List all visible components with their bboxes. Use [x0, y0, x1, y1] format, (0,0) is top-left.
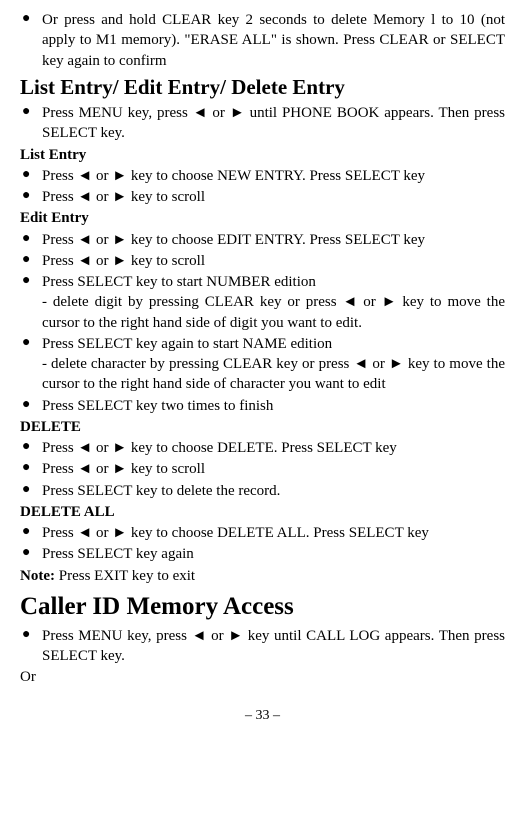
- bullet-icon: ●: [20, 626, 42, 645]
- bullet-text: Press ◄ or ► key to choose DELETE ALL. P…: [42, 523, 505, 543]
- heading-delete-all: DELETE ALL: [20, 502, 505, 522]
- list-item: ● Press MENU key, press ◄ or ► until PHO…: [20, 103, 505, 144]
- bullet-icon: ●: [20, 251, 42, 270]
- list-item: ● Press ◄ or ► key to choose NEW ENTRY. …: [20, 166, 505, 186]
- edit-entry-list: ● Press ◄ or ► key to choose EDIT ENTRY.…: [20, 230, 505, 416]
- list-item: ● Press ◄ or ► key to choose DELETE ALL.…: [20, 523, 505, 543]
- note-label: Note:: [20, 568, 55, 584]
- list-item: ● Press ◄ or ► key to scroll: [20, 187, 505, 207]
- bullet-text: Press SELECT key to delete the record.: [42, 481, 505, 501]
- bullet-icon: ●: [20, 544, 42, 563]
- bullet-icon: ●: [20, 481, 42, 500]
- list-item: ● Press SELECT key again: [20, 544, 505, 564]
- list-item: ● Press SELECT key to delete the record.: [20, 481, 505, 501]
- bullet-icon: ●: [20, 230, 42, 249]
- bullet-icon: ●: [20, 459, 42, 478]
- bullet-text: Or press and hold CLEAR key 2 seconds to…: [42, 10, 505, 71]
- note-line: Note: Press EXIT key to exit: [20, 566, 505, 586]
- list-item: ● Press ◄ or ► key to scroll: [20, 251, 505, 271]
- bullet-sub-text: - delete digit by pressing CLEAR key or …: [42, 294, 505, 330]
- bullet-text: Press SELECT key again: [42, 544, 505, 564]
- bullet-text: Press SELECT key again to start NAME edi…: [42, 334, 505, 395]
- bullet-icon: ●: [20, 523, 42, 542]
- note-text: Press EXIT key to exit: [55, 568, 195, 584]
- heading-list-entry: List Entry: [20, 145, 505, 165]
- list-item: ● Or press and hold CLEAR key 2 seconds …: [20, 10, 505, 71]
- heading-caller-id: Caller ID Memory Access: [20, 590, 505, 624]
- list-item: ● Press MENU key, press ◄ or ► key until…: [20, 626, 505, 667]
- list-item: ● Press ◄ or ► key to scroll: [20, 459, 505, 479]
- caller-list: ● Press MENU key, press ◄ or ► key until…: [20, 626, 505, 667]
- bullet-text: Press ◄ or ► key to scroll: [42, 187, 505, 207]
- list-item: ● Press SELECT key again to start NAME e…: [20, 334, 505, 395]
- list-item: ● Press ◄ or ► key to choose DELETE. Pre…: [20, 438, 505, 458]
- bullet-main-text: Press SELECT key again to start NAME edi…: [42, 336, 332, 352]
- bullet-icon: ●: [20, 396, 42, 415]
- intro-list: ● Or press and hold CLEAR key 2 seconds …: [20, 10, 505, 71]
- bullet-main-text: Press SELECT key to start NUMBER edition: [42, 274, 316, 290]
- bullet-icon: ●: [20, 166, 42, 185]
- or-text: Or: [20, 667, 505, 687]
- bullet-text: Press ◄ or ► key to scroll: [42, 459, 505, 479]
- phonebook-list: ● Press MENU key, press ◄ or ► until PHO…: [20, 103, 505, 144]
- page-number: – 33 –: [20, 707, 505, 726]
- bullet-text: Press ◄ or ► key to scroll: [42, 251, 505, 271]
- bullet-text: Press MENU key, press ◄ or ► until PHONE…: [42, 103, 505, 144]
- list-item: ● Press ◄ or ► key to choose EDIT ENTRY.…: [20, 230, 505, 250]
- bullet-icon: ●: [20, 334, 42, 353]
- bullet-text: Press MENU key, press ◄ or ► key until C…: [42, 626, 505, 667]
- bullet-icon: ●: [20, 438, 42, 457]
- bullet-icon: ●: [20, 103, 42, 122]
- heading-edit-entry: Edit Entry: [20, 208, 505, 228]
- bullet-text: Press SELECT key two times to finish: [42, 396, 505, 416]
- heading-delete: DELETE: [20, 417, 505, 437]
- page-content: ● Or press and hold CLEAR key 2 seconds …: [0, 0, 525, 736]
- bullet-icon: ●: [20, 10, 42, 29]
- delete-list: ● Press ◄ or ► key to choose DELETE. Pre…: [20, 438, 505, 501]
- list-item: ● Press SELECT key to start NUMBER editi…: [20, 272, 505, 333]
- list-item: ● Press SELECT key two times to finish: [20, 396, 505, 416]
- bullet-icon: ●: [20, 187, 42, 206]
- delete-all-list: ● Press ◄ or ► key to choose DELETE ALL.…: [20, 523, 505, 565]
- bullet-sub-text: - delete character by pressing CLEAR key…: [42, 356, 505, 392]
- heading-list-edit-delete: List Entry/ Edit Entry/ Delete Entry: [20, 73, 505, 101]
- bullet-text: Press ◄ or ► key to choose NEW ENTRY. Pr…: [42, 166, 505, 186]
- bullet-text: Press ◄ or ► key to choose DELETE. Press…: [42, 438, 505, 458]
- bullet-text: Press ◄ or ► key to choose EDIT ENTRY. P…: [42, 230, 505, 250]
- bullet-text: Press SELECT key to start NUMBER edition…: [42, 272, 505, 333]
- list-entry-list: ● Press ◄ or ► key to choose NEW ENTRY. …: [20, 166, 505, 208]
- bullet-icon: ●: [20, 272, 42, 291]
